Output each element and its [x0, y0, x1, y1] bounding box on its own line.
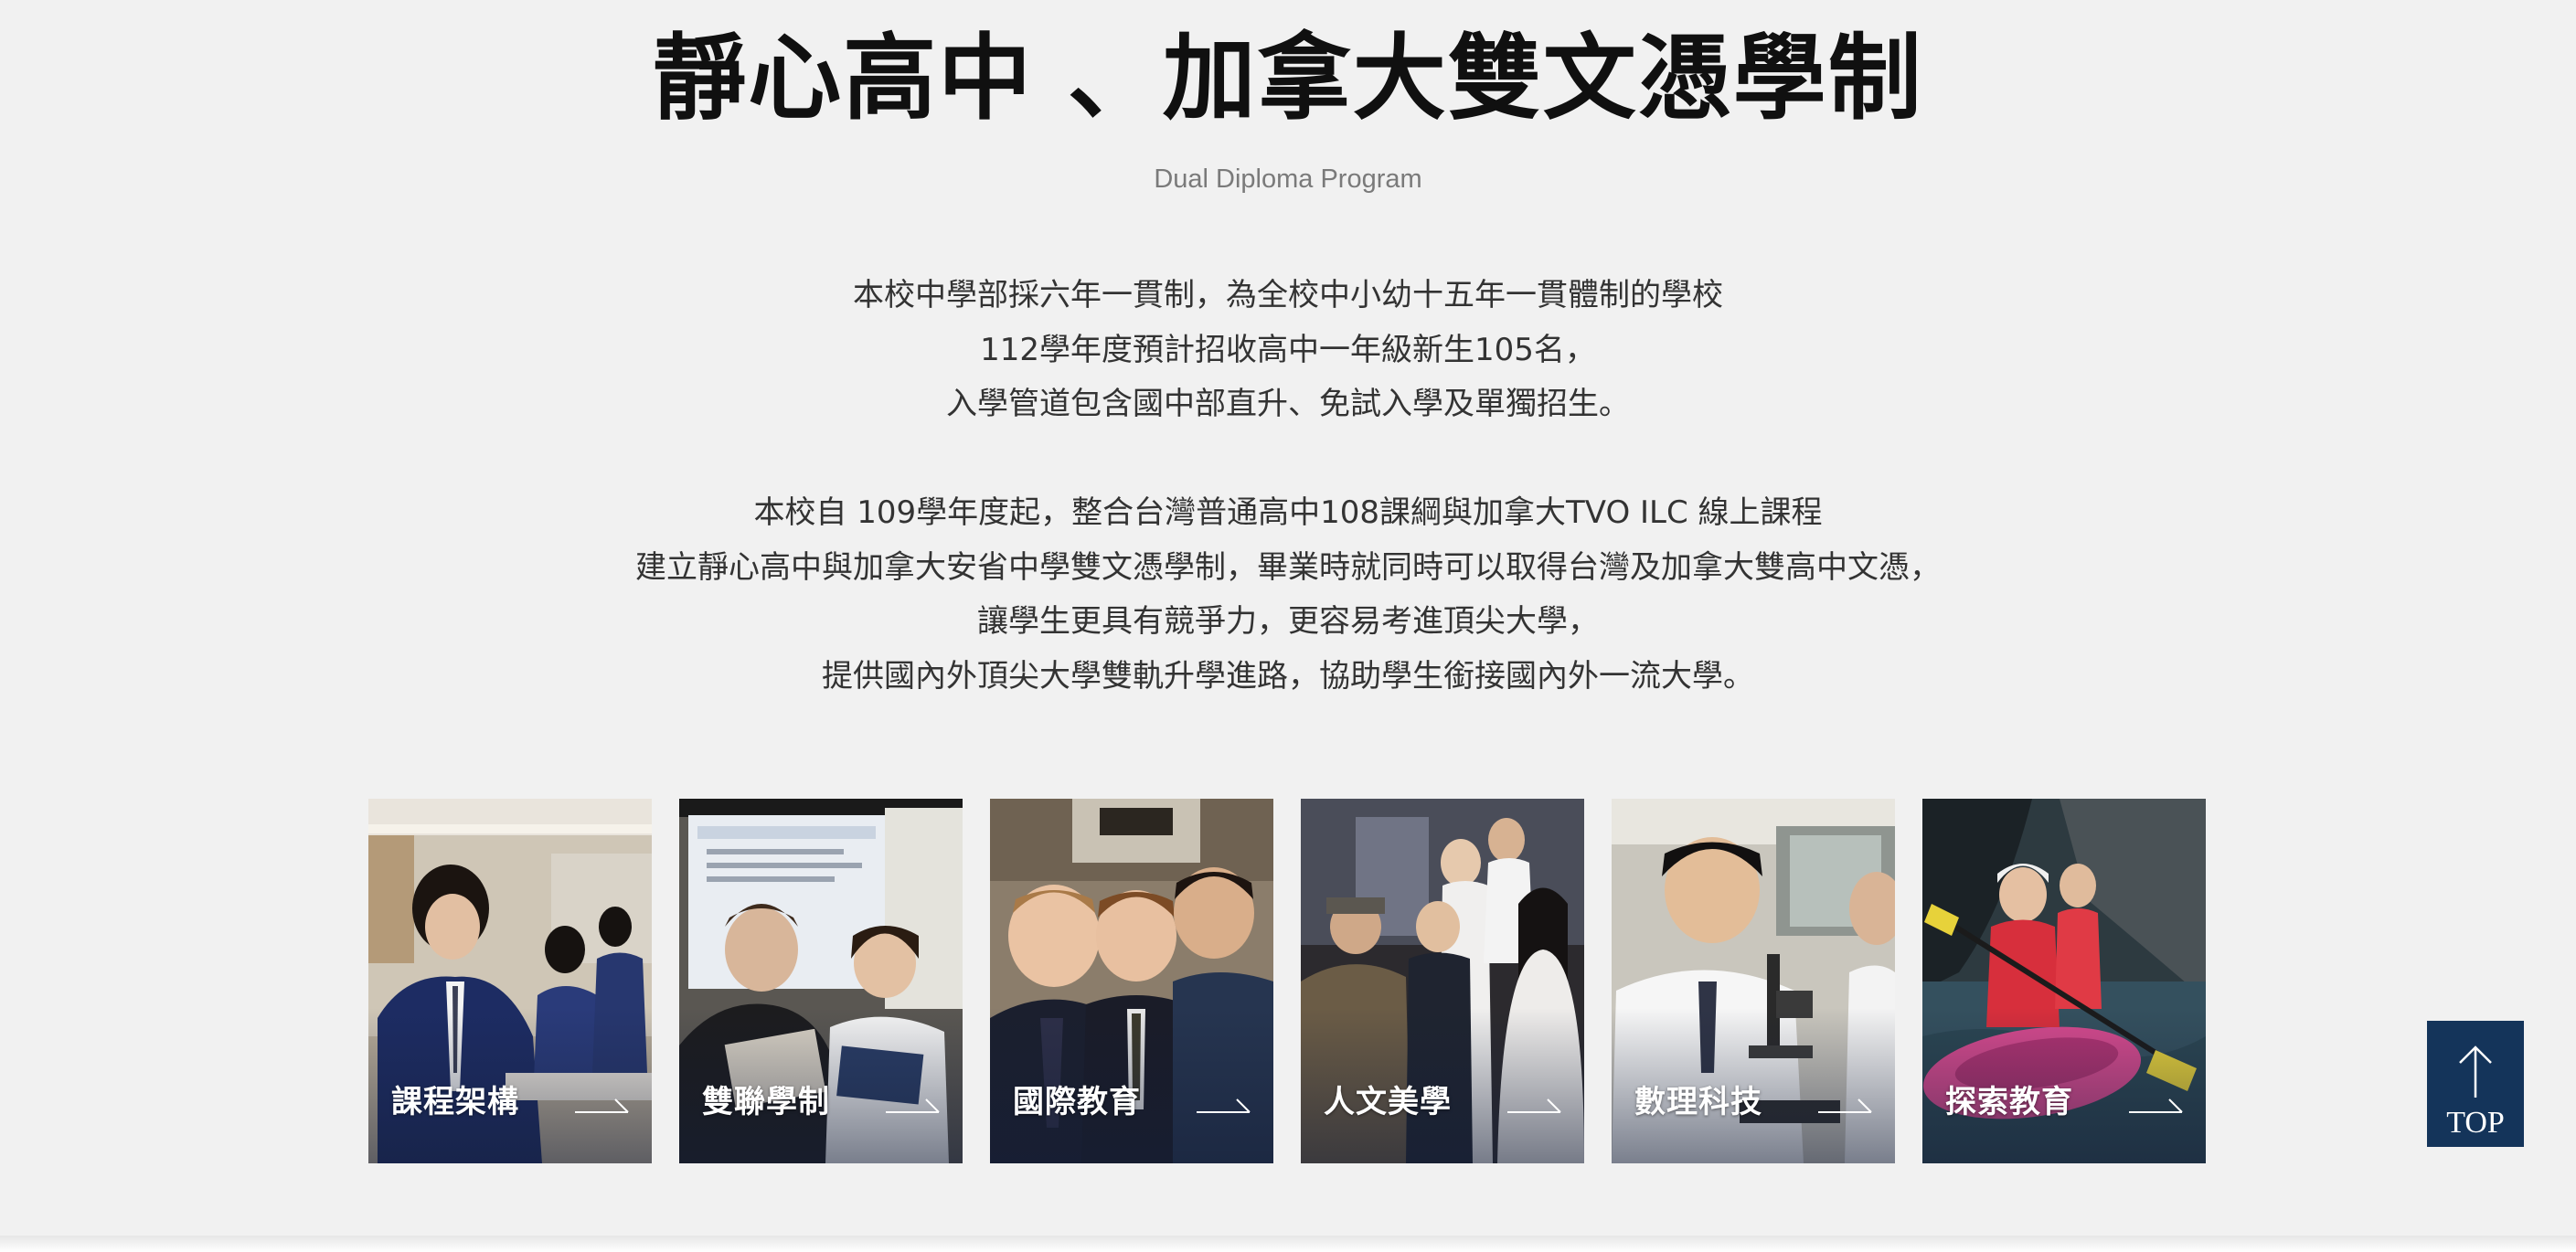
card-international-education[interactable]: 國際教育	[990, 799, 1273, 1163]
arrow-right-icon	[2129, 1098, 2183, 1113]
page: 靜心高中 、加拿大雙文憑學制 Dual Diploma Program 本校中學…	[0, 0, 2576, 1252]
arrow-right-icon	[575, 1098, 629, 1113]
arrow-right-icon	[1818, 1098, 1872, 1113]
card-humanities-aesthetics[interactable]: 人文美學	[1301, 799, 1584, 1163]
intro-paragraph-1: 本校中學部採六年一貫制，為全校中小幼十五年一貫體制的學校 112學年度預計招收高…	[0, 269, 2576, 432]
page-bottom-edge	[0, 1236, 2576, 1252]
page-title: 靜心高中 、加拿大雙文憑學制	[653, 25, 1923, 133]
card-label: 數理科技	[1634, 1084, 1762, 1120]
back-to-top-label: TOP	[2446, 1106, 2505, 1140]
card-label: 雙聯學制	[702, 1084, 830, 1120]
intro-line: 建立靜心高中與加拿大安省中學雙文憑學制，畢業時就同時可以取得台灣及加拿大雙高中文…	[635, 548, 1941, 586]
arrow-right-icon	[1197, 1098, 1251, 1113]
arrow-right-icon	[886, 1098, 940, 1113]
arrow-right-icon	[1507, 1098, 1561, 1113]
card-label: 國際教育	[1013, 1084, 1141, 1120]
intro-paragraph-2: 本校自 109學年度起，整合台灣普通高中108課綱與加拿大TVO ILC 線上課…	[0, 486, 2576, 704]
intro-line: 112學年度預計招收高中一年級新生105名，	[980, 331, 1596, 368]
back-to-top-button[interactable]: TOP	[2427, 1021, 2524, 1147]
card-exploration-education[interactable]: 探索教育	[1922, 799, 2206, 1163]
card-label: 人文美學	[1324, 1084, 1452, 1120]
card-math-science[interactable]: 數理科技	[1612, 799, 1895, 1163]
card-label: 探索教育	[1945, 1084, 2073, 1120]
card-curriculum[interactable]: 課程架構	[368, 799, 652, 1163]
card-label: 課程架構	[391, 1084, 519, 1120]
intro-line: 讓學生更具有競爭力，更容易考進頂尖大學，	[977, 603, 1599, 640]
intro-line: 本校中學部採六年一貫制，為全校中小幼十五年一貫體制的學校	[853, 277, 1723, 313]
arrow-up-icon	[2459, 1045, 2492, 1098]
intro-line: 提供國內外頂尖大學雙軌升學進路，協助學生銜接國內外一流大學。	[822, 657, 1754, 695]
card-dual-program[interactable]: 雙聯學制	[679, 799, 963, 1163]
page-subtitle: Dual Diploma Program	[1154, 164, 1422, 194]
intro-line: 本校自 109學年度起，整合台灣普通高中108課綱與加拿大TVO ILC 線上課…	[753, 494, 1823, 531]
intro-line: 入學管道包含國中部直升、免試入學及單獨招生。	[946, 386, 1630, 422]
